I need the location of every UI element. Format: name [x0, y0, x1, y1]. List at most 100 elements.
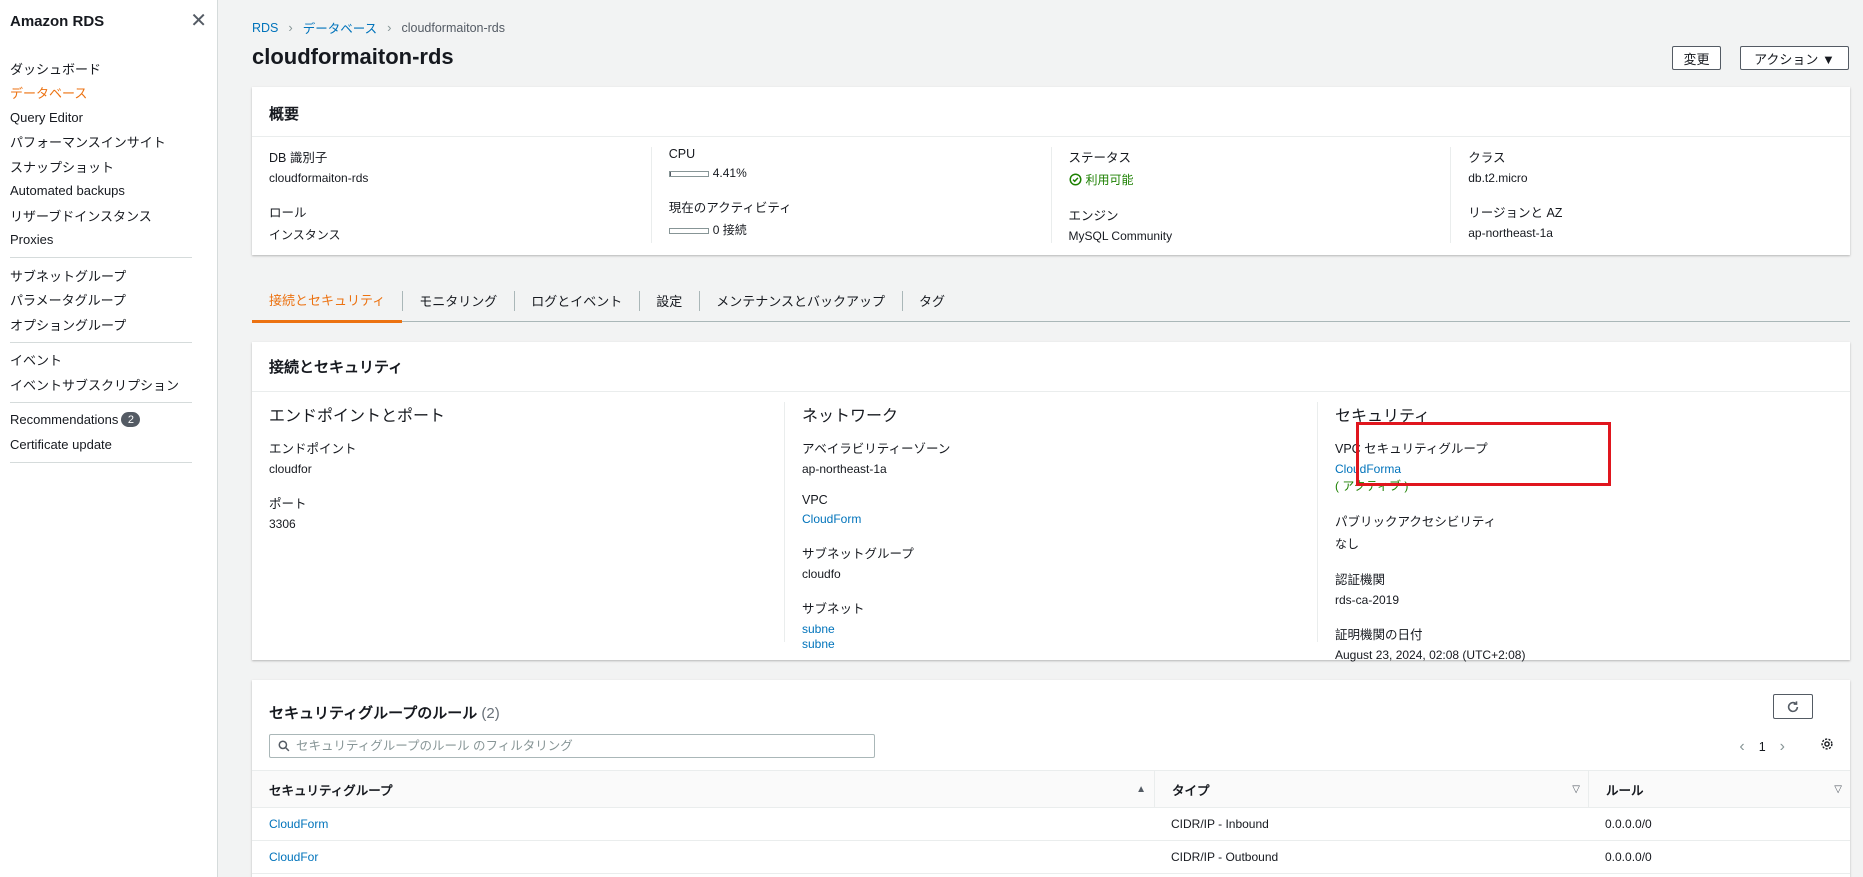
tab-connectivity-security[interactable]: 接続とセキュリティ [252, 280, 403, 323]
public-accessibility: パブリックアクセシビリティ なし [1335, 511, 1850, 552]
sidebar-nav: ダッシュボード データベース Query Editor パフォーマンスインサイト… [0, 42, 217, 463]
activity-count: 0 接続 [712, 223, 747, 237]
engine-label: エンジン [1068, 209, 1119, 223]
sidebar-divider [10, 341, 192, 343]
row-rule: 0.0.0.0/0 [1605, 817, 1652, 831]
sidebar-item-parameter-groups[interactable]: パラメータグループ [0, 288, 217, 313]
connectivity-header: 接続とセキュリティ [252, 342, 1850, 392]
tab-maintenance-backups[interactable]: メンテナンスとバックアップ [699, 280, 902, 322]
summary-panel: 概要 DB 識別子 cloudformaiton-rds ロール インスタンス … [252, 87, 1850, 255]
tab-configuration[interactable]: 設定 [639, 280, 699, 322]
subnet-link-2[interactable]: subne [802, 637, 1317, 651]
row-security-group-link[interactable]: CloudFor [269, 850, 318, 864]
search-icon [278, 740, 290, 752]
sidebar-item-recommendations[interactable]: Recommendations 2 [0, 408, 217, 433]
sidebar: Amazon RDS ✕ ダッシュボード データベース Query Editor… [0, 0, 218, 877]
subnet-link-1[interactable]: subne [802, 622, 1317, 636]
column-header-label: ルール [1606, 783, 1644, 798]
status: ステータス 利用可能 [1069, 147, 1451, 188]
column-header-rule[interactable]: ルール ▽ [1588, 771, 1850, 807]
table-row: CloudFor CIDR/IP - Outbound 0.0.0.0/0 [252, 841, 1850, 874]
subnet-group: サブネットグループ cloudfo [802, 543, 1317, 581]
current-activity: 現在のアクティビティ 0 接続 [668, 197, 1051, 238]
vpc-link[interactable]: CloudForm [802, 512, 1317, 526]
column-header-type[interactable]: タイプ ▽ [1154, 771, 1588, 807]
row-type: CIDR/IP - Inbound [1171, 817, 1269, 831]
endpoint-value: cloudfor [269, 462, 312, 476]
rules-count: (2) [481, 705, 500, 722]
engine: エンジン MySQL Community [1069, 205, 1451, 243]
status-label: ステータス [1068, 151, 1132, 165]
modify-button[interactable]: 変更 [1672, 46, 1721, 70]
row-security-group-link[interactable]: CloudForm [269, 817, 328, 831]
connectivity-panel: 接続とセキュリティ エンドポイントとポート エンドポイント cloudfor ポ… [252, 342, 1850, 662]
sidebar-item-snapshots[interactable]: スナップショット [0, 154, 217, 179]
connectivity-title: 接続とセキュリティ [269, 359, 404, 376]
endpoint-section-title: エンドポイントとポート [269, 408, 446, 425]
sort-icon[interactable]: ▽ [1572, 784, 1580, 795]
ca-label: 認証機関 [1335, 573, 1386, 587]
column-header-security-group[interactable]: セキュリティグループ ▲ [252, 771, 1154, 807]
summary-col-cpu: CPU 4.41% 現在のアクティビティ 0 接続 [650, 147, 1051, 243]
sidebar-item-event-subscriptions[interactable]: イベントサブスクリプション [0, 372, 217, 397]
status-text: 利用可能 [1085, 173, 1134, 187]
rules-table-header: セキュリティグループ ▲ タイプ ▽ ルール ▽ [252, 770, 1850, 808]
security-group-rules-panel: セキュリティグループのルール (2) ‹ 1 › セキュリティグループ ▲ タイプ… [252, 680, 1850, 877]
sidebar-item-automated-backups[interactable]: Automated backups [0, 179, 217, 204]
tab-logs-events[interactable]: ログとイベント [514, 280, 639, 322]
sidebar-item-subnet-groups[interactable]: サブネットグループ [0, 263, 217, 288]
breadcrumb-current: cloudformaiton-rds [401, 20, 505, 35]
sidebar-item-dashboard[interactable]: ダッシュボード [0, 56, 217, 81]
sidebar-item-query-editor[interactable]: Query Editor [0, 105, 217, 130]
sidebar-item-databases[interactable]: データベース [0, 81, 217, 106]
chevron-left-icon[interactable]: ‹ [1739, 738, 1744, 756]
sidebar-item-reserved-instances[interactable]: リザーブドインスタンス [0, 203, 217, 228]
port-label: ポート [269, 497, 307, 511]
summary-title: 概要 [269, 106, 300, 123]
highlight-box [1356, 422, 1611, 486]
sidebar-item-proxies[interactable]: Proxies [0, 228, 217, 253]
activity-value: 0 接続 [668, 221, 1051, 238]
class: クラス db.t2.micro [1468, 147, 1850, 185]
summary-col-class: クラス db.t2.micro リージョンと AZ ap-northeast-1… [1450, 147, 1850, 243]
availability-zone: アベイラビリティーゾーン ap-northeast-1a [802, 438, 1317, 476]
class-value: db.t2.micro [1468, 171, 1528, 185]
ca-date-label: 証明機関の日付 [1335, 628, 1423, 642]
rules-search [269, 734, 875, 758]
vpc: VPC CloudForm [802, 493, 1317, 526]
gear-icon[interactable] [1820, 737, 1834, 754]
actions-button[interactable]: アクション ▼ [1740, 46, 1849, 70]
vpc-label: VPC [802, 493, 828, 507]
pagination: ‹ 1 › [1739, 738, 1785, 756]
close-icon[interactable]: ✕ [190, 11, 207, 31]
sidebar-item-events[interactable]: イベント [0, 348, 217, 373]
role-value: インスタンス [269, 228, 341, 242]
cpu-value: 4.41% [668, 166, 1051, 180]
status-value: 利用可能 [1068, 171, 1451, 188]
sidebar-item-option-groups[interactable]: オプショングループ [0, 312, 217, 337]
endpoint: エンドポイント cloudfor [269, 438, 784, 476]
sidebar-item-performance-insights[interactable]: パフォーマンスインサイト [0, 130, 217, 155]
rules-search-input[interactable] [296, 739, 856, 753]
sidebar-item-label: Recommendations [10, 412, 119, 428]
current-page[interactable]: 1 [1759, 740, 1766, 754]
sort-icon[interactable]: ▽ [1834, 784, 1842, 795]
cpu-percent: 4.41% [712, 166, 747, 180]
column-header-label: タイプ [1172, 783, 1210, 798]
breadcrumb-rds[interactable]: RDS [252, 21, 278, 35]
certificate-authority: 認証機関 rds-ca-2019 [1335, 569, 1850, 607]
tab-tags[interactable]: タグ [902, 280, 962, 322]
sidebar-item-certificate-update[interactable]: Certificate update [0, 432, 217, 457]
ca-value: rds-ca-2019 [1335, 593, 1400, 607]
role-label: ロール [269, 206, 307, 220]
chevron-right-icon[interactable]: › [1780, 738, 1785, 756]
role: ロール インスタンス [269, 202, 651, 243]
region-value: ap-northeast-1a [1468, 226, 1553, 240]
refresh-button[interactable] [1773, 694, 1813, 719]
region-label: リージョンと AZ [1468, 206, 1563, 220]
breadcrumb-databases[interactable]: データベース [303, 18, 377, 37]
tab-monitoring[interactable]: モニタリング [402, 280, 514, 322]
sidebar-divider [10, 461, 192, 463]
sort-ascending-icon[interactable]: ▲ [1136, 784, 1146, 795]
detail-tabs: 接続とセキュリティ モニタリング ログとイベント 設定 メンテナンスとバックアッ… [252, 280, 1850, 323]
